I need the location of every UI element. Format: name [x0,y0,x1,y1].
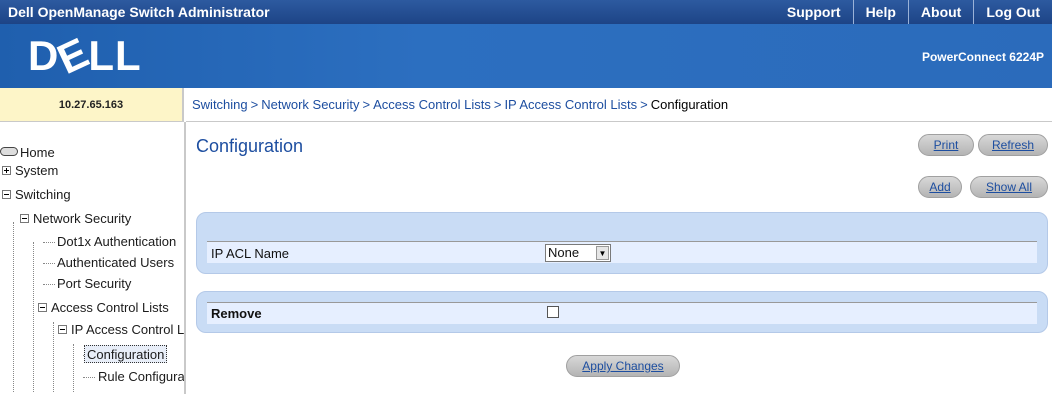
acl-name-label: IP ACL Name [211,246,290,261]
show-all-button[interactable]: Show All [970,176,1048,198]
breadcrumb-network-security[interactable]: Network Security [261,97,359,112]
print-button[interactable]: Print [918,134,974,156]
about-link[interactable]: About [907,0,973,24]
tree-system[interactable]: System [2,162,58,180]
top-bar: Dell OpenManage Switch Administrator Sup… [0,0,1052,24]
top-links: Support Help About Log Out [775,0,1052,24]
logout-link[interactable]: Log Out [973,0,1052,24]
breadcrumb-acl[interactable]: Access Control Lists [373,97,491,112]
tree-ip-acl[interactable]: IP Access Control Lists [58,321,184,339]
remove-label: Remove [211,306,262,321]
remove-panel: Remove [196,291,1048,333]
tree-rule-configuration[interactable]: Rule Configuration [98,368,184,386]
remove-checkbox[interactable] [547,306,559,318]
chevron-down-icon: ▼ [596,246,609,260]
product-name: PowerConnect 6224P [921,50,1044,64]
breadcrumb-ip-acl[interactable]: IP Access Control Lists [504,97,637,112]
tree-authenticated-users[interactable]: Authenticated Users [57,254,174,272]
tree-port-security[interactable]: Port Security [57,275,131,293]
breadcrumb-separator: > [250,97,259,112]
acl-name-select[interactable]: None ▼ [545,244,611,262]
expand-icon[interactable] [2,166,11,175]
collapse-icon[interactable] [58,325,67,334]
acl-name-panel: IP ACL Name None ▼ [196,212,1048,274]
tree-acl[interactable]: Access Control Lists [38,299,169,317]
collapse-icon[interactable] [20,214,29,223]
device-ip: 10.27.65.163 [0,88,184,122]
tree-switching[interactable]: Switching [2,186,71,204]
tree-configuration[interactable]: Configuration [84,345,168,363]
collapse-icon[interactable] [2,190,11,199]
tree-dot1x[interactable]: Dot1x Authentication [57,233,176,251]
breadcrumb-switching[interactable]: Switching [192,97,248,112]
home-icon [0,147,18,156]
help-link[interactable]: Help [852,0,908,24]
breadcrumb-separator: > [640,97,648,112]
collapse-icon[interactable] [38,303,47,312]
support-link[interactable]: Support [775,0,853,24]
tree-network-security[interactable]: Network Security [20,210,131,228]
dell-logo: DELL [28,28,142,83]
breadcrumb-current: Configuration [650,97,729,112]
breadcrumb: Switching > Network Security > Access Contro… [186,88,1052,122]
breadcrumb-separator: > [493,97,502,112]
breadcrumb-separator: > [362,97,371,112]
page-title: Configuration [196,136,304,156]
refresh-button[interactable]: Refresh [978,134,1048,156]
app-title: Dell OpenManage Switch Administrator [8,4,270,20]
add-button[interactable]: Add [918,176,962,198]
logo-band: DELL PowerConnect 6224P [0,24,1052,88]
nav-tree: Home System Switching Network Security D… [0,122,186,394]
apply-changes-button[interactable]: Apply Changes [566,355,680,377]
tree-home[interactable]: Home [0,144,55,162]
